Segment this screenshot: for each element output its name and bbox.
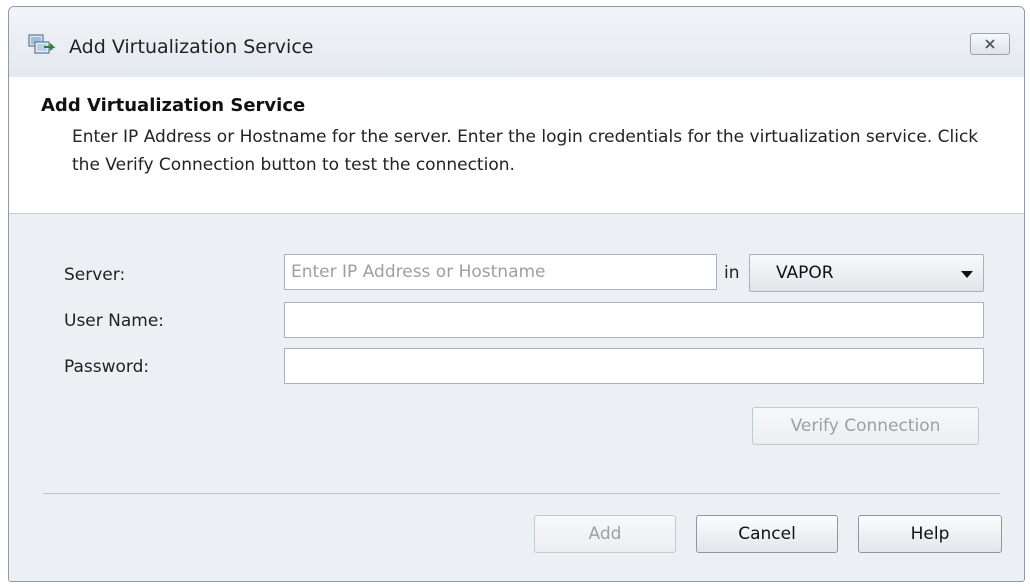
- server-label: Server:: [64, 265, 126, 285]
- header-divider: [9, 213, 1024, 214]
- title-bar: Add Virtualization Service: [9, 7, 1024, 77]
- header-title: Add Virtualization Service: [41, 95, 306, 116]
- password-input[interactable]: [284, 348, 984, 384]
- add-button[interactable]: Add: [534, 515, 676, 553]
- server-input[interactable]: [284, 254, 717, 290]
- username-label: User Name:: [64, 311, 165, 331]
- cancel-button[interactable]: Cancel: [696, 515, 838, 553]
- virtualization-server-icon: [27, 33, 57, 57]
- chevron-down-icon: [961, 271, 973, 278]
- window-title: Add Virtualization Service: [69, 36, 314, 58]
- footer-divider: [43, 493, 1000, 494]
- dialog-header: Add Virtualization Service Enter IP Addr…: [9, 77, 1024, 213]
- header-description: Enter IP Address or Hostname for the ser…: [72, 127, 979, 175]
- close-icon: [985, 39, 995, 49]
- verify-connection-button[interactable]: Verify Connection: [752, 407, 979, 445]
- in-label: in: [724, 263, 740, 283]
- help-button[interactable]: Help: [858, 515, 1002, 553]
- password-label: Password:: [64, 357, 150, 377]
- domain-select[interactable]: VAPOR: [749, 254, 984, 292]
- add-virtualization-service-dialog: Add Virtualization Service Add Virtualiz…: [8, 6, 1025, 582]
- close-button[interactable]: [970, 33, 1010, 55]
- domain-selected-value: VAPOR: [776, 263, 834, 283]
- username-input[interactable]: [284, 302, 984, 338]
